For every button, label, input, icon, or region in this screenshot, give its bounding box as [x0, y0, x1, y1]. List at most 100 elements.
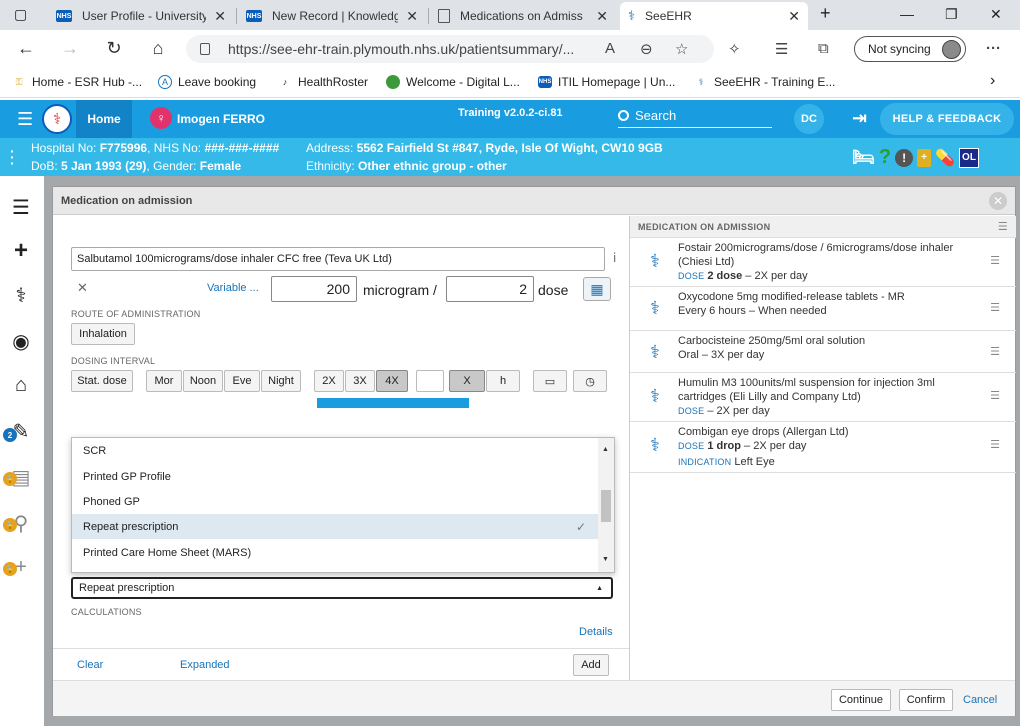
clock-icon[interactable]: ◷	[573, 370, 607, 392]
favorites-icon[interactable]: ☰	[775, 40, 788, 58]
calculator-icon[interactable]: ▦	[583, 277, 611, 301]
dropdown-option-repeat-prescription[interactable]: Repeat prescription ✓	[72, 514, 598, 539]
favorite-seeehr-training[interactable]: ⚕ SeeEHR - Training E...	[694, 75, 836, 89]
close-tab-icon[interactable]: ✕	[214, 8, 226, 25]
favorites-more-icon[interactable]: ›	[990, 72, 995, 90]
panel-menu-icon[interactable]: ☰	[998, 220, 1008, 233]
2x-button[interactable]: 2X	[314, 370, 344, 392]
medication-item[interactable]: ⚕ Humulin M3 100units/ml suspension for …	[630, 373, 1016, 422]
noon-button[interactable]: Noon	[183, 370, 223, 392]
zoom-icon[interactable]: ⊖	[640, 40, 653, 58]
add-button[interactable]: Add	[573, 654, 609, 676]
favorite-itil[interactable]: NHS ITIL Homepage | Un...	[538, 75, 675, 89]
custom-frequency-input[interactable]	[416, 370, 444, 392]
add-favorite-icon[interactable]: ☆	[675, 40, 688, 58]
read-aloud-icon[interactable]: A	[605, 40, 615, 57]
evening-button[interactable]: Eve	[224, 370, 260, 392]
scroll-down-icon[interactable]: ▼	[602, 556, 609, 563]
patient-name[interactable]: Imogen FERRO	[177, 112, 265, 126]
ol-badge[interactable]: OL	[959, 147, 979, 168]
home-icon[interactable]: ⌂	[146, 38, 170, 59]
favorite-healthroster[interactable]: ♪ HealthRoster	[278, 75, 368, 89]
back-icon[interactable]: ←	[14, 38, 38, 59]
clear-drug-icon[interactable]: ✕	[77, 280, 88, 296]
search-field[interactable]: Search	[618, 104, 772, 128]
medication-item[interactable]: ⚕ Combigan eye drops (Allergan Ltd) DOSE…	[630, 422, 1016, 473]
profile-sync-button[interactable]: Not syncing	[854, 36, 966, 62]
close-tab-icon[interactable]: ✕	[788, 8, 800, 25]
stat-dose-button[interactable]: Stat. dose	[71, 370, 133, 392]
browser-tab-new-record[interactable]: NHS New Record | Knowledg ✕	[238, 2, 426, 30]
dropdown-option-scr[interactable]: SCR	[72, 438, 598, 463]
close-tab-icon[interactable]: ✕	[596, 8, 608, 25]
drug-input[interactable]: Salbutamol 100micrograms/dose inhaler CF…	[71, 247, 605, 271]
night-button[interactable]: Night	[261, 370, 301, 392]
info-icon[interactable]: ⅰ	[613, 251, 616, 265]
dropdown-option-printed-care-home-sheet[interactable]: Printed Care Home Sheet (MARS)	[72, 540, 598, 565]
dropdown-option-phoned-gp[interactable]: Phoned GP	[72, 489, 598, 514]
question-icon[interactable]: ?	[879, 146, 891, 169]
x-button[interactable]: X	[449, 370, 485, 392]
scroll-up-icon[interactable]: ▲	[602, 446, 609, 453]
home-care-icon[interactable]: ⌂	[8, 372, 34, 398]
url-bar[interactable]: https://see-ehr-train.plymouth.nhs.uk/pa…	[186, 35, 714, 63]
stethoscope-icon[interactable]: ⚕	[8, 282, 34, 308]
browser-tab-user-profile[interactable]: NHS User Profile - University ✕	[48, 2, 234, 30]
clipboard-icon[interactable]: +	[917, 148, 932, 167]
dose-amount-input[interactable]: 200	[271, 276, 357, 302]
restore-icon[interactable]: ❐	[945, 6, 958, 23]
medication-item[interactable]: ⚕ Fostair 200micrograms/dose / 6microgra…	[630, 238, 1016, 287]
details-link[interactable]: Details	[579, 626, 613, 638]
item-menu-icon[interactable]: ☰	[990, 254, 1000, 267]
list-icon[interactable]: ☰	[8, 194, 34, 220]
close-icon[interactable]: ✕	[989, 192, 1007, 210]
dropdown-option-printed-gp-profile[interactable]: Printed GP Profile	[72, 464, 598, 489]
browser-tab-seeehr[interactable]: ⚕ SeeEHR ✕	[620, 2, 808, 30]
medication-item[interactable]: ⚕ Carbocisteine 250mg/5ml oral solution …	[630, 331, 1016, 373]
3x-button[interactable]: 3X	[345, 370, 375, 392]
item-menu-icon[interactable]: ☰	[990, 345, 1000, 358]
patient-menu-icon[interactable]: · · ·	[10, 144, 15, 170]
help-feedback-button[interactable]: HELP & FEEDBACK	[880, 103, 1014, 135]
favorite-esr-hub[interactable]: ⚿ Home - ESR Hub -...	[12, 75, 142, 89]
forward-icon[interactable]: →	[58, 38, 82, 59]
camera-icon[interactable]: ◉	[8, 328, 34, 354]
medication-item[interactable]: ⚕ Oxycodone 5mg modified-release tablets…	[630, 287, 1016, 331]
continue-button[interactable]: Continue	[831, 689, 891, 711]
collections-icon[interactable]: ⧉	[818, 40, 829, 57]
add-icon[interactable]: +	[8, 237, 34, 264]
favorite-digital-learning[interactable]: Welcome - Digital L...	[386, 75, 520, 89]
pill-icon[interactable]: 💊	[935, 148, 955, 168]
refresh-icon[interactable]: ↻	[102, 38, 126, 59]
item-menu-icon[interactable]: ☰	[990, 438, 1000, 451]
item-menu-icon[interactable]: ☰	[990, 389, 1000, 402]
confirm-button[interactable]: Confirm	[899, 689, 953, 711]
user-avatar[interactable]: DC	[794, 104, 824, 134]
expanded-link[interactable]: Expanded	[180, 659, 230, 671]
minimize-icon[interactable]: —	[900, 6, 914, 22]
more-icon[interactable]: ···	[986, 40, 1001, 57]
extensions-icon[interactable]: ✧	[728, 40, 741, 58]
route-inhalation-button[interactable]: Inhalation	[71, 323, 135, 345]
item-menu-icon[interactable]: ☰	[990, 301, 1000, 314]
alert-icon[interactable]: !	[895, 148, 914, 167]
dropdown-scrollbar[interactable]: ▲ ▼	[598, 438, 614, 572]
logout-icon[interactable]: ⇥	[852, 108, 867, 129]
4x-button[interactable]: 4X	[376, 370, 408, 392]
close-window-icon[interactable]: ✕	[990, 6, 1002, 23]
tab-actions-icon[interactable]: ▢	[14, 6, 27, 23]
favorite-leave-booking[interactable]: A Leave booking	[158, 75, 256, 89]
close-tab-icon[interactable]: ✕	[406, 8, 418, 25]
bed-icon[interactable]: 🛏	[852, 147, 875, 168]
scroll-thumb[interactable]	[601, 490, 611, 522]
per-amount-input[interactable]: 2	[446, 276, 534, 302]
cancel-link[interactable]: Cancel	[963, 694, 997, 706]
source-select[interactable]: Repeat prescription ▲	[71, 577, 613, 599]
variable-dose-link[interactable]: Variable ...	[207, 282, 259, 294]
browser-tab-medications[interactable]: Medications on Admiss ✕	[430, 2, 616, 30]
new-tab-button[interactable]: +	[820, 3, 831, 24]
hamburger-menu-icon[interactable]: ☰	[17, 110, 35, 128]
hours-button[interactable]: h	[486, 370, 520, 392]
home-button[interactable]: Home	[76, 100, 132, 138]
morning-button[interactable]: Mor	[146, 370, 182, 392]
